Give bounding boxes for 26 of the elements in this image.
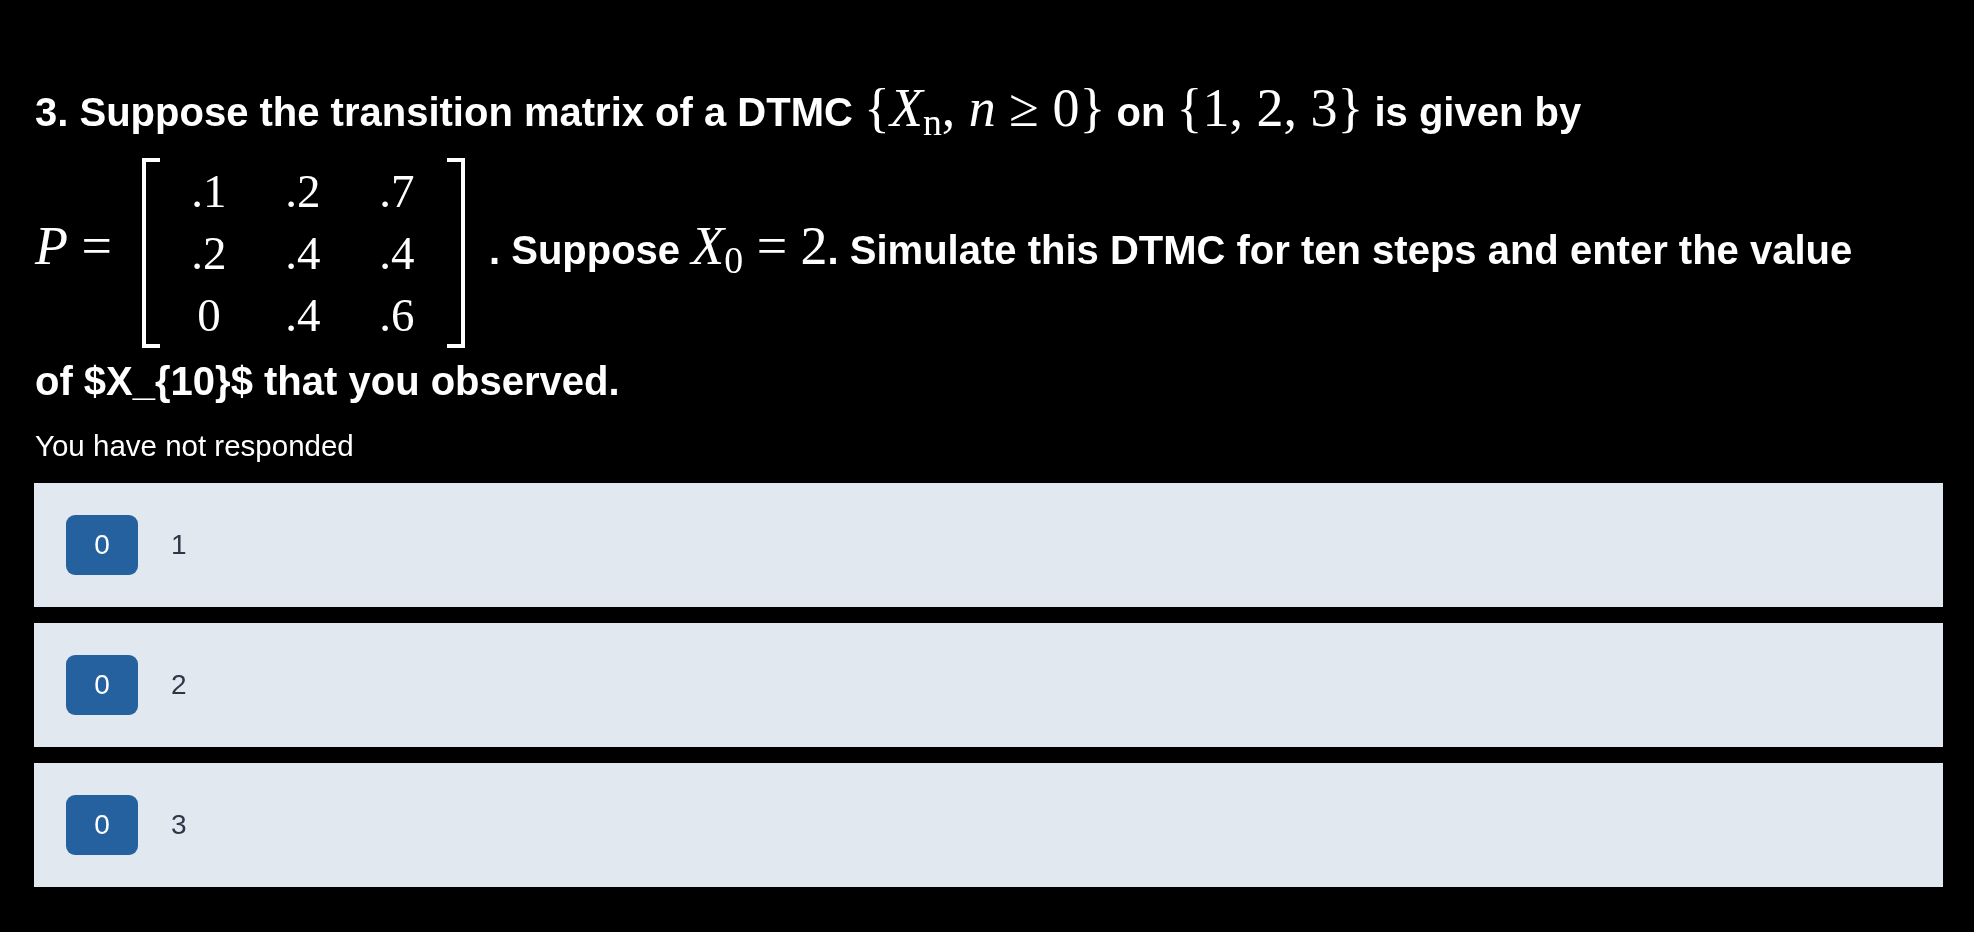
matrix-entry: .4 (285, 291, 321, 339)
answer-option[interactable]: 0 1 (34, 483, 1943, 607)
question-text: is given by (1373, 90, 1582, 134)
response-count-badge: 0 (66, 795, 138, 855)
question-text: . Suppose (488, 227, 682, 272)
matrix-entry: .4 (285, 229, 321, 277)
response-count-badge: 0 (66, 655, 138, 715)
matrix-entry: .4 (379, 229, 415, 277)
matrix-entry: 0 (197, 291, 221, 339)
math-expression: X$_{0}$ = 2 (691, 215, 828, 276)
math-expression: {1, 2, 3} (1176, 78, 1364, 138)
matrix-entry: .6 (379, 291, 415, 339)
matrix-entry: .2 (285, 167, 321, 215)
question-text: of $X_{10}$ that you observed. (35, 359, 620, 403)
response-status: You have not responded (35, 429, 354, 463)
answer-option[interactable]: 0 2 (34, 623, 1943, 747)
math-expression: {X$_{n}$, n ≥ 0} (864, 78, 1106, 138)
question-text: on (1115, 90, 1167, 134)
question-text: 3. Suppose the transition matrix of a DTMC (35, 90, 854, 134)
question-text: . Simulate this DTMC for ten steps and enter the value (827, 227, 1853, 272)
response-count-badge: 0 (66, 515, 138, 575)
answer-option[interactable]: 0 3 (34, 763, 1943, 887)
matrix-entry: .7 (379, 167, 415, 215)
matrix-entry: .1 (191, 167, 227, 215)
matrix-entry: .2 (191, 229, 227, 277)
math-expression: P = (35, 215, 112, 276)
